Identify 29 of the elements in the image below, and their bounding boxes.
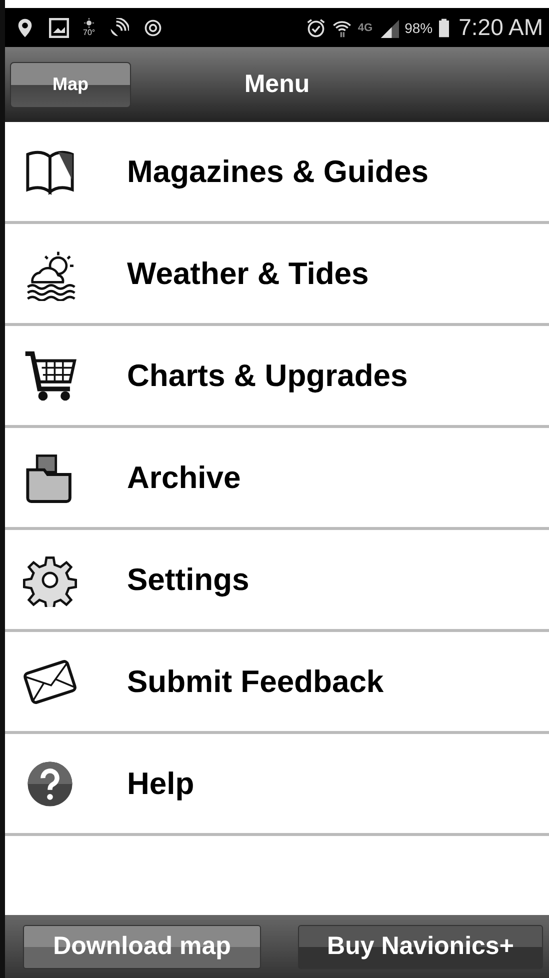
menu-item-label: Help (127, 766, 194, 802)
satellite-icon (109, 18, 130, 38)
network-type-text: 4G (358, 22, 373, 34)
menu-item[interactable]: Submit Feedback (5, 632, 549, 734)
target-rings-icon (143, 18, 164, 38)
screen-title: Menu (243, 70, 311, 99)
menu-item-label: Settings (127, 562, 250, 598)
temperature-text: 70° (83, 28, 96, 37)
alarm-clock-icon (306, 18, 326, 38)
menu-item-label: Archive (127, 460, 241, 496)
menu-item[interactable]: Magazines & Guides (5, 122, 549, 224)
image-icon (49, 18, 69, 38)
menu-item-label: Submit Feedback (127, 664, 384, 700)
menu-item-label: Magazines & Guides (127, 154, 428, 190)
battery-icon (438, 18, 449, 38)
menu-item[interactable]: Archive (5, 428, 549, 530)
menu-item[interactable]: Charts & Upgrades (5, 326, 549, 428)
battery-percent-text: 98% (404, 20, 433, 36)
menu-item[interactable]: Settings (5, 530, 549, 632)
menu-item-label: Charts & Upgrades (127, 358, 408, 394)
shopping-cart-icon (23, 348, 77, 402)
clock-text: 7:20 AM (458, 14, 543, 41)
menu-item[interactable]: Weather & Tides (5, 224, 549, 326)
menu-item-label: Weather & Tides (127, 256, 369, 292)
sun-icon (84, 18, 94, 28)
buy-button[interactable]: Buy Navionics+ (298, 924, 543, 968)
download-map-button[interactable]: Download map (23, 924, 261, 968)
menu-item[interactable]: Help (5, 734, 549, 836)
signal-bars-icon (378, 18, 399, 38)
